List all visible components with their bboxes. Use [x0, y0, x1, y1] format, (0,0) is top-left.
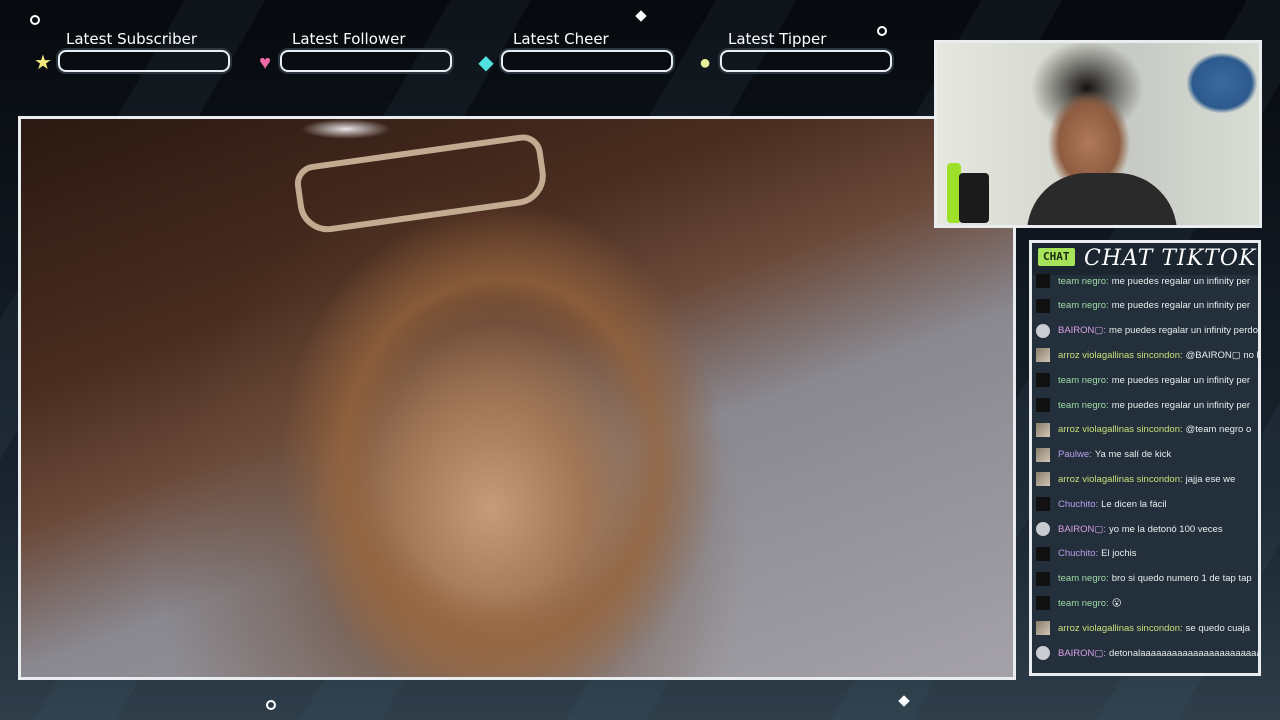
alert-latest-follower: Latest Follower ♥: [254, 30, 454, 74]
chat-username: team negro:: [1058, 399, 1109, 411]
coin-icon: ●: [698, 52, 712, 74]
video-scene-subject: [221, 179, 781, 677]
chat-message: BAIRON▢: detonalaaaaaaaaaaaaaaaaaaaaaaa: [1036, 643, 1258, 663]
avatar: [1036, 274, 1050, 288]
chat-username: BAIRON▢:: [1058, 325, 1107, 337]
chat-message: team negro: 😮: [1036, 593, 1258, 613]
chat-message: Paulwe: Ya me salí de kick: [1036, 445, 1258, 465]
chat-username: arroz violagallinas sincondon:: [1058, 424, 1183, 436]
chat-badge: CHAT: [1038, 248, 1075, 266]
chat-message: team negro: me puedes regalar un infinity…: [1036, 271, 1258, 291]
chat-text: jajja ese we: [1185, 473, 1236, 485]
chat-message: Chuchito: Le dicen la fácil: [1036, 494, 1258, 514]
alert-label: Latest Cheer: [513, 30, 609, 48]
avatar: [1036, 472, 1050, 487]
star-icon: ★: [34, 52, 52, 74]
chat-text: 😮: [1111, 597, 1122, 609]
video-scene-light: [301, 119, 391, 139]
chat-panel: CHAT CHAT TIKTOK team negro: me puedes re…: [1029, 240, 1261, 676]
chat-username: BAIRON▢:: [1058, 523, 1107, 535]
chat-username: team negro:: [1058, 573, 1109, 585]
avatar: [1036, 373, 1050, 388]
chat-title: CHAT TIKTOK: [1084, 246, 1257, 271]
heart-icon: ♥: [259, 52, 271, 74]
avatar: [1036, 497, 1050, 512]
chat-username: team negro:: [1058, 374, 1109, 386]
chat-text: bro si quedo numero 1 de tap tap: [1111, 573, 1252, 585]
alert-value-box: [720, 50, 892, 72]
alert-value-box: [58, 50, 230, 72]
chat-text: yo me la detonó 100 veces: [1109, 523, 1223, 535]
alert-latest-tipper: Latest Tipper ●: [694, 30, 894, 74]
avatar: [1036, 348, 1050, 363]
chat-message: team negro: me puedes regalar un infinity…: [1036, 370, 1258, 390]
avatar: [1036, 646, 1050, 660]
chat-username: team negro:: [1058, 300, 1109, 312]
chat-message: arroz violagallinas sincondon: se quedo c…: [1036, 618, 1258, 638]
chat-username: team negro:: [1058, 597, 1109, 609]
chat-message: arroz violagallinas sincondon: @team negr…: [1036, 420, 1258, 440]
main-video-frame: [18, 116, 1016, 680]
chat-text: detonalaaaaaaaaaaaaaaaaaaaaaaa: [1109, 647, 1258, 659]
chat-text: me puedes regalar un infinity per: [1111, 399, 1251, 411]
chat-username: BAIRON▢:: [1058, 647, 1107, 659]
chat-message: team negro: me puedes regalar un infinity…: [1036, 296, 1258, 316]
avatar: [1036, 621, 1050, 636]
avatar: [1036, 298, 1050, 313]
alert-label: Latest Subscriber: [66, 30, 197, 48]
chat-username: Chuchito:: [1058, 548, 1099, 560]
avatar: [1036, 422, 1050, 437]
chat-username: arroz violagallinas sincondon:: [1058, 349, 1183, 361]
sparkle-icon: [30, 15, 40, 25]
chat-username: Paulwe:: [1058, 449, 1092, 461]
chat-message: arroz violagallinas sincondon: jajja ese …: [1036, 469, 1258, 489]
webcam-scene-speaker: [959, 173, 989, 223]
chat-text: Le dicen la fácil: [1101, 498, 1167, 510]
alert-latest-subscriber: Latest Subscriber ★: [32, 30, 232, 74]
alert-label: Latest Follower: [292, 30, 406, 48]
chat-text: @BAIRON▢ no l: [1185, 349, 1258, 361]
avatar: [1036, 596, 1050, 611]
webcam-scene-streamer: [1027, 173, 1177, 225]
avatar: [1036, 571, 1050, 586]
chat-text: me puedes regalar un infinity perdo: [1109, 325, 1258, 337]
chat-message: team negro: bro si quedo numero 1 de tap …: [1036, 569, 1258, 589]
alert-value-box: [501, 50, 673, 72]
chat-text: se quedo cuaja: [1185, 622, 1251, 634]
alert-value-box: [280, 50, 452, 72]
chat-text: me puedes regalar un infinity per: [1111, 374, 1251, 386]
chat-text: me puedes regalar un infinity per: [1111, 300, 1251, 312]
sparkle-icon: [266, 700, 276, 710]
chat-message: BAIRON▢: yo me la detonó 100 veces: [1036, 519, 1258, 539]
alert-latest-cheer: Latest Cheer ◆: [475, 30, 675, 74]
chat-message: team negro: me puedes regalar un infinity…: [1036, 395, 1258, 415]
chat-message: Chuchito: El jochis: [1036, 544, 1258, 564]
chat-text: me puedes regalar un infinity per: [1111, 275, 1251, 287]
chat-username: Chuchito:: [1058, 498, 1099, 510]
chat-message-list[interactable]: team negro: me puedes regalar un infinity…: [1032, 273, 1258, 673]
chat-message: arroz violagallinas sincondon: @BAIRON▢ n…: [1036, 345, 1258, 365]
avatar: [1036, 522, 1050, 536]
chat-username: arroz violagallinas sincondon:: [1058, 622, 1183, 634]
webcam-scene-plush: [1187, 53, 1257, 113]
avatar: [1036, 323, 1050, 338]
chat-text: Ya me salí de kick: [1094, 449, 1172, 461]
avatar: [1036, 398, 1050, 412]
webcam-frame: [934, 40, 1262, 228]
chat-text: @team negro o: [1185, 424, 1252, 436]
chat-message: BAIRON▢: me puedes regalar un infinity pe…: [1036, 321, 1258, 341]
diamond-icon: ◆: [478, 52, 494, 74]
chat-text: El jochis: [1101, 548, 1137, 560]
chat-username: arroz violagallinas sincondon:: [1058, 473, 1183, 485]
alert-label: Latest Tipper: [728, 30, 827, 48]
chat-username: team negro:: [1058, 275, 1109, 287]
avatar: [1036, 447, 1050, 462]
avatar: [1036, 546, 1050, 561]
